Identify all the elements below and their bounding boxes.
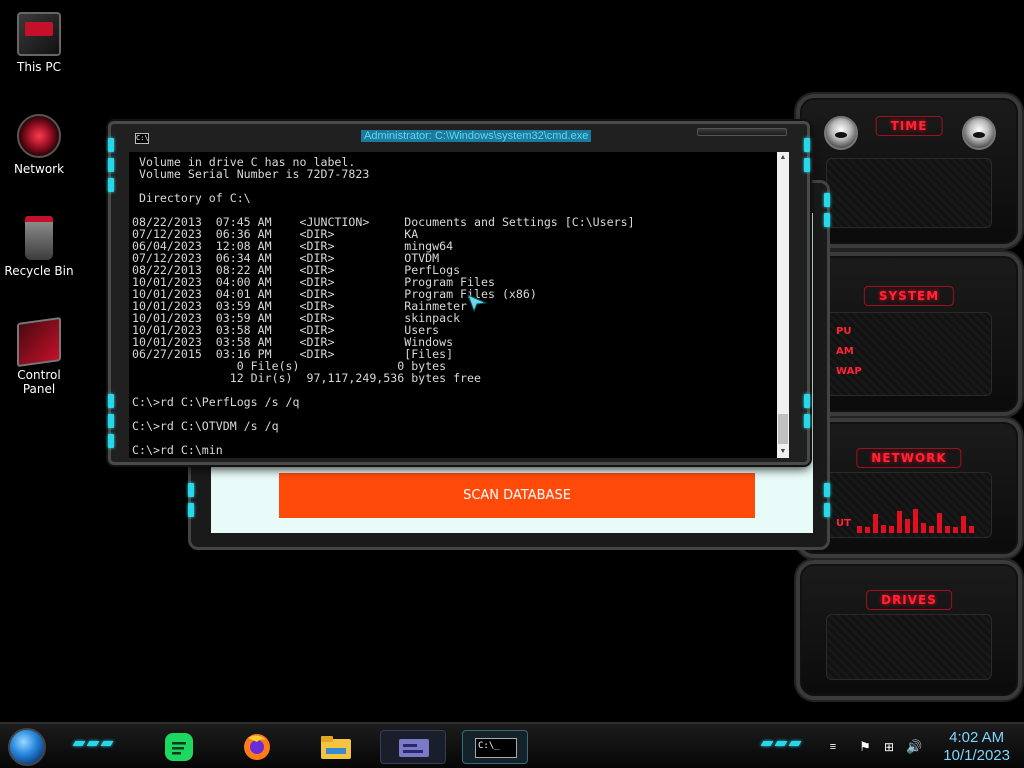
scan-database-button[interactable]: SCAN DATABASE — [279, 473, 755, 518]
network-graph-bar — [921, 523, 926, 533]
frame-tab — [108, 158, 114, 172]
taskbar-app-firefox[interactable] — [240, 730, 274, 764]
vertical-scrollbar[interactable]: ▲ ▼ — [777, 152, 789, 458]
gadget-body — [826, 158, 992, 228]
frame-tab — [108, 394, 114, 408]
flag-icon[interactable]: ⚑ — [858, 740, 872, 754]
alien-head-icon — [824, 116, 858, 150]
network-icon — [17, 114, 61, 158]
network-graph — [857, 505, 974, 533]
scroll-down-icon[interactable]: ▼ — [777, 446, 789, 458]
control-panel-icon — [17, 316, 61, 368]
frame-tab — [824, 503, 830, 517]
folder-icon — [321, 736, 351, 759]
frame-tab — [108, 434, 114, 448]
recycle-bin-icon — [25, 216, 53, 260]
frame-tab — [804, 158, 810, 172]
taskbar-ornament — [72, 741, 114, 746]
ram-label: AM — [836, 346, 854, 357]
network-graph-bar — [913, 509, 918, 533]
desktop-icon-label: This PC — [17, 60, 61, 74]
clock-time: 4:02 AM — [949, 729, 1005, 746]
frame-tab — [108, 414, 114, 428]
network-graph-bar — [889, 525, 894, 533]
frame-tab — [804, 394, 810, 408]
mouse-cursor-icon — [467, 294, 488, 313]
show-hidden-icons-icon[interactable]: ≡ — [826, 740, 840, 754]
desktop-icon-network[interactable]: Network — [0, 114, 78, 176]
network-graph-bar — [905, 518, 910, 533]
frame-tab — [804, 138, 810, 152]
network-tray-icon[interactable]: ⊞ — [882, 740, 896, 754]
cmd-window[interactable]: C:\ Administrator: C:\Windows\system32\c… — [108, 121, 810, 465]
taskbar-clock[interactable]: 4:02 AM 10/1/2023 — [943, 729, 1010, 765]
network-graph-bar — [945, 525, 950, 533]
network-graph-bar — [953, 527, 958, 533]
clock-date: 10/1/2023 — [943, 747, 1010, 764]
taskbar: C:\_ ≡ ⚑ ⊞ 🔊 4:02 AM 10/1/2023 — [0, 722, 1024, 768]
frame-tab — [824, 193, 830, 207]
cmd-titlebar[interactable]: C:\ Administrator: C:\Windows\system32\c… — [125, 128, 787, 148]
frame-tab — [188, 503, 194, 517]
upload-label: UT — [836, 518, 851, 529]
taskbar-app-file-explorer[interactable] — [318, 730, 354, 764]
desktop-icon-control-panel[interactable]: Control Panel — [0, 316, 78, 396]
network-graph-bar — [961, 516, 966, 533]
network-graph-bar — [969, 525, 974, 533]
window-icon — [399, 739, 429, 757]
spotify-icon — [165, 733, 193, 761]
alien-head-icon — [962, 116, 996, 150]
volume-icon[interactable]: 🔊 — [906, 740, 922, 754]
cpu-label: PU — [836, 326, 852, 337]
scroll-up-icon[interactable]: ▲ — [777, 152, 789, 164]
cmd-icon[interactable]: C:\ — [135, 133, 149, 144]
gadget-title-system: SYSTEM — [863, 286, 955, 306]
desktop-icon-label: Control Panel — [17, 368, 61, 396]
console-text: Volume in drive C has no label. Volume S… — [132, 155, 635, 457]
taskbar-ornament — [760, 741, 802, 746]
gadget-title-time: TIME — [875, 116, 943, 136]
frame-tab — [188, 483, 194, 497]
taskbar-app-spotify[interactable] — [162, 730, 196, 764]
desktop-icon-label: Recycle Bin — [4, 264, 74, 278]
network-graph-bar — [881, 524, 886, 533]
network-graph-bar — [929, 525, 934, 533]
frame-tab — [108, 178, 114, 192]
frame-tab — [824, 483, 830, 497]
computer-icon — [17, 12, 61, 56]
taskbar-app-control-panel-window[interactable] — [380, 730, 446, 764]
network-graph-bar — [857, 525, 862, 533]
drives-gadget: DRIVES — [796, 560, 1022, 700]
cmd-icon: C:\_ — [475, 738, 517, 758]
gadget-body — [826, 614, 992, 680]
network-graph-bar — [897, 511, 902, 533]
firefox-icon — [244, 734, 270, 760]
start-button[interactable] — [8, 728, 46, 766]
window-controls[interactable] — [697, 128, 787, 136]
window-title: Administrator: C:\Windows\system32\cmd.e… — [361, 130, 592, 142]
frame-tab — [824, 213, 830, 227]
gadget-title-drives: DRIVES — [866, 590, 952, 610]
taskbar-app-command-prompt[interactable]: C:\_ — [462, 730, 528, 764]
console-output[interactable]: Volume in drive C has no label. Volume S… — [129, 152, 789, 458]
desktop-icon-this-pc[interactable]: This PC — [0, 12, 78, 74]
desktop-icon-label: Network — [13, 162, 65, 176]
swap-label: WAP — [836, 366, 862, 377]
gadget-title-network: NETWORK — [856, 448, 962, 468]
desktop-icon-recycle-bin[interactable]: Recycle Bin — [0, 216, 78, 278]
frame-tab — [804, 414, 810, 428]
network-graph-bar — [873, 513, 878, 533]
network-graph-bar — [937, 512, 942, 533]
scroll-thumb[interactable] — [778, 414, 788, 444]
frame-tab — [108, 138, 114, 152]
network-graph-bar — [865, 527, 870, 533]
